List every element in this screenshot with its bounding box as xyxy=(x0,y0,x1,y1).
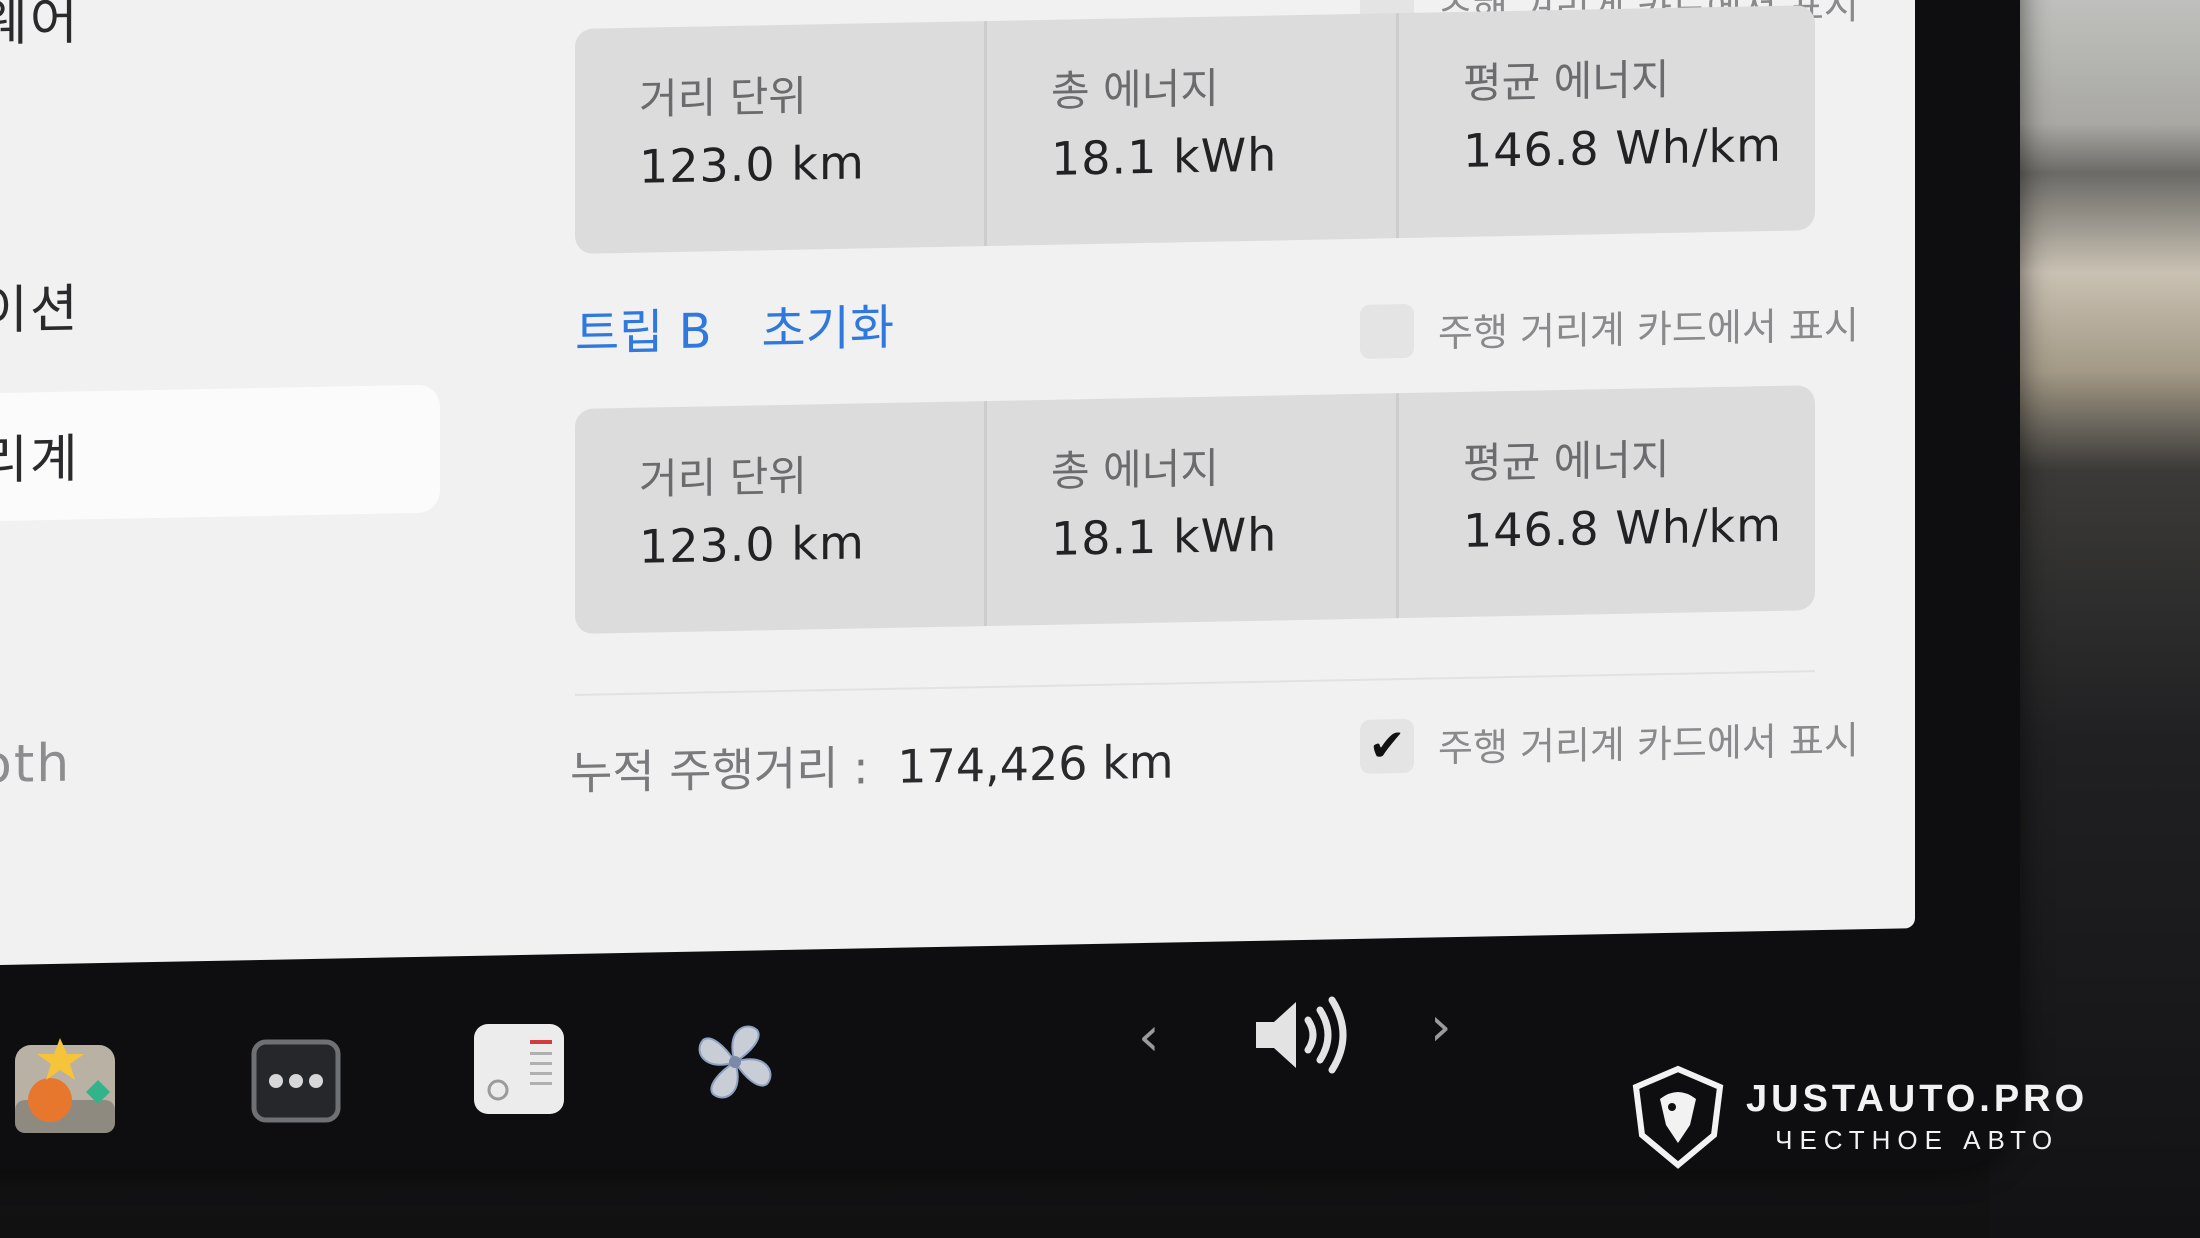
cell-label: 총 에너지 xyxy=(1051,63,1219,116)
fan-icon[interactable] xyxy=(685,1012,785,1116)
cell-value: 146.8 Wh/km xyxy=(1463,117,1782,178)
sidebar-item-label: 리계 xyxy=(0,429,80,492)
cell-value: 18.1 kWh xyxy=(1051,507,1278,566)
cell-value: 146.8 Wh/km xyxy=(1463,497,1782,558)
odometer-readout: 누적 주행거리 : 174,426 km xyxy=(570,725,1174,803)
prev-arrow-button[interactable]: ‹ xyxy=(1138,1005,1160,1068)
cell-value: 123.0 km xyxy=(639,135,865,194)
sidebar-item-label: 이션 xyxy=(0,279,80,342)
trip-b-reset-button[interactable]: 초기화 xyxy=(762,288,894,361)
car-interior-background xyxy=(1990,0,2200,1238)
trip-a-average-energy: 평균 에너지 146.8 Wh/km xyxy=(1399,5,1815,238)
more-apps-icon[interactable] xyxy=(250,1038,342,1128)
cell-label: 거리 단위 xyxy=(639,71,807,124)
next-arrow-button[interactable]: › xyxy=(1430,995,1452,1058)
trip-b-average-energy: 평균 에너지 146.8 Wh/km xyxy=(1399,385,1815,618)
calendar-icon[interactable] xyxy=(470,1020,568,1122)
volume-icon[interactable] xyxy=(1250,990,1350,1084)
cell-label: 평균 에너지 xyxy=(1463,434,1670,488)
odometer-value: 174,426 km xyxy=(897,734,1174,794)
cell-value: 18.1 kWh xyxy=(1051,127,1278,186)
cell-value: 123.0 km xyxy=(639,515,865,574)
trip-b-title: 트립 B xyxy=(575,303,712,362)
trip-b-show-toggle[interactable]: 주행 거리계 카드에서 표시 xyxy=(1360,294,1859,359)
checkmark-icon: ✔ xyxy=(1368,720,1406,772)
watermark-brand: JUSTAUTO.PRO xyxy=(1746,1078,2089,1120)
trip-b-show-label: 주행 거리계 카드에서 표시 xyxy=(1438,303,1859,356)
cell-label: 평균 에너지 xyxy=(1463,54,1670,108)
settings-sidebar: 웨어 이션 리계 oth xyxy=(0,0,445,965)
sidebar-item-label: 웨어 xyxy=(0,0,80,54)
trip-b-distance: 거리 단위 123.0 km xyxy=(575,401,987,634)
sidebar-item-odometer[interactable]: 리계 xyxy=(0,416,80,493)
trip-b-header: 트립 B 초기화 xyxy=(575,287,944,364)
chevron-left-icon: ‹ xyxy=(1138,1005,1160,1068)
trip-b-card: 거리 단위 123.0 km 총 에너지 18.1 kWh 평균 에너지 146… xyxy=(575,385,1815,634)
trip-b-total-energy: 총 에너지 18.1 kWh xyxy=(987,393,1399,627)
shield-logo-icon xyxy=(1632,1065,1724,1169)
watermark: JUSTAUTO.PRO ЧЕСТНОЕ АВТО xyxy=(1630,1065,2088,1169)
trip-a-card: 거리 단위 123.0 km 총 에너지 18.1 kWh 평균 에너지 146… xyxy=(575,5,1815,254)
photo-scene: 웨어 이션 리계 oth 주행 거리계 카드에서 표시 거리 단위 123.0 … xyxy=(0,0,2200,1238)
watermark-tagline: ЧЕСТНОЕ АВТО xyxy=(1775,1125,2060,1155)
trip-b-checkbox[interactable] xyxy=(1360,303,1414,359)
sidebar-item-label: oth xyxy=(0,733,72,796)
odometer-checkbox[interactable]: ✔ xyxy=(1360,718,1414,774)
photo-app-icon[interactable] xyxy=(10,1030,120,1144)
sidebar-item-top[interactable]: 웨어 xyxy=(0,0,80,55)
sidebar-item-navigation[interactable]: 이션 xyxy=(0,266,80,343)
sidebar-item-bluetooth[interactable]: oth xyxy=(0,734,71,796)
odometer-show-toggle[interactable]: ✔ 주행 거리계 카드에서 표시 xyxy=(1360,709,1859,774)
odometer-label: 누적 주행거리 : xyxy=(570,740,869,801)
watermark-text: JUSTAUTO.PRO ЧЕСТНОЕ АВТО xyxy=(1746,1078,2088,1156)
chevron-right-icon: › xyxy=(1430,995,1452,1058)
cell-label: 거리 단위 xyxy=(639,451,807,504)
odometer-show-label: 주행 거리계 카드에서 표시 xyxy=(1438,718,1859,771)
cell-label: 총 에너지 xyxy=(1051,443,1219,496)
trip-a-distance: 거리 단위 123.0 km xyxy=(575,21,987,254)
section-divider xyxy=(575,670,1815,696)
trip-a-total-energy: 총 에너지 18.1 kWh xyxy=(987,13,1399,247)
touchscreen: 웨어 이션 리계 oth 주행 거리계 카드에서 표시 거리 단위 123.0 … xyxy=(0,0,1915,966)
